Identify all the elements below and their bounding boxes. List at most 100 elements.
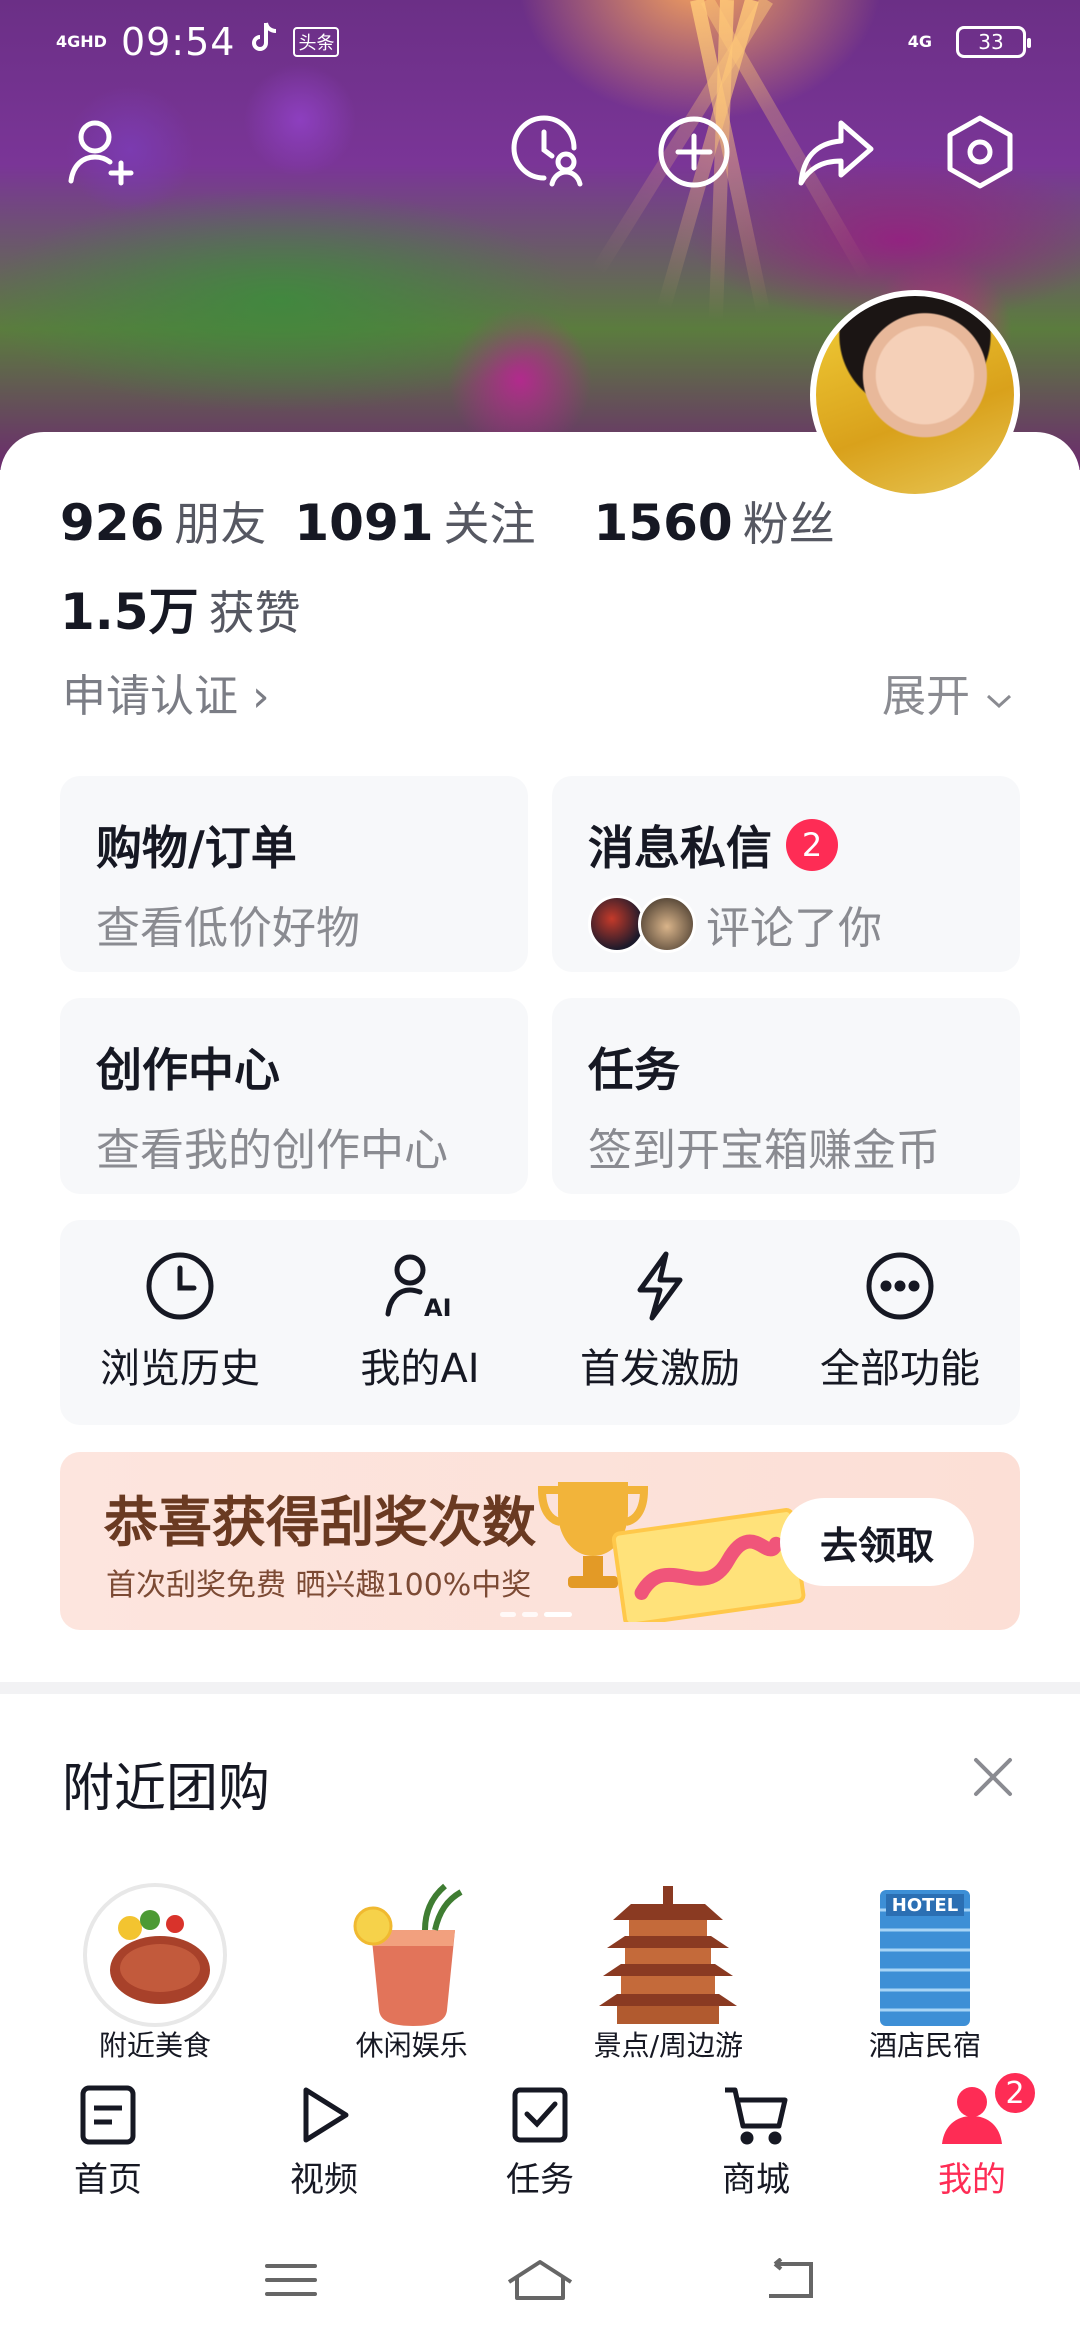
carousel-dot-active — [544, 1612, 572, 1617]
quick-action-my-ai[interactable]: AI 我的AI — [300, 1220, 540, 1425]
promo-subtitle: 首次刮奖免费 晒兴趣100%中奖 — [106, 1568, 532, 1603]
messages-tile[interactable]: 消息私信 2 评论了你 — [552, 776, 1020, 972]
app-badge: 头条 — [293, 27, 340, 57]
quick-action-history[interactable]: 浏览历史 — [60, 1220, 300, 1425]
nearby-item-food[interactable]: 附近美食 — [50, 1880, 260, 2080]
tile-subtitle: 查看我的创作中心 — [96, 1125, 448, 1176]
share-icon[interactable] — [796, 112, 876, 192]
followers-stat[interactable]: 1560 粉丝 — [594, 488, 835, 554]
signal-indicator: 4G — [907, 32, 932, 51]
bottom-tab-bar: 首页 视频 任务 商城 2 我的 — [0, 2070, 1080, 2220]
tab-video[interactable]: 视频 — [216, 2076, 432, 2220]
quick-actions: 浏览历史 AI 我的AI 首发激励 全部功能 — [60, 1220, 1020, 1425]
tab-badge: 2 — [992, 2070, 1038, 2116]
section-divider — [0, 1682, 1080, 1694]
likes-stat[interactable]: 1.5万 获赞 — [60, 572, 301, 644]
ai-user-icon: AI — [385, 1254, 452, 1322]
battery-level: 33 — [978, 30, 1004, 54]
tile-subtitle: 签到开宝箱赚金币 — [588, 1125, 940, 1176]
carousel-dot — [522, 1612, 538, 1617]
tile-subtitle: 查看低价好物 — [96, 903, 360, 954]
commenter-avatar — [638, 895, 696, 953]
chevron-down-icon — [986, 694, 1012, 709]
tile-title: 任务 — [588, 1043, 680, 1097]
nearby-item-attractions[interactable]: 景点/周边游 — [563, 1880, 773, 2080]
clock: 09:54 — [120, 20, 236, 64]
profile-stats: 926 朋友 1091 关注 1560 粉丝 — [60, 488, 835, 554]
tab-label: 商城 — [722, 2160, 790, 2200]
tiktok-icon — [249, 21, 279, 64]
more-dots-icon — [866, 1252, 934, 1320]
tile-title: 消息私信 — [588, 821, 772, 875]
tile-subtitle: 评论了你 — [706, 903, 882, 954]
battery-icon: 33 — [956, 26, 1031, 58]
friends-label: 朋友 — [174, 497, 267, 551]
followers-label: 粉丝 — [742, 497, 835, 551]
shopping-orders-tile[interactable]: 购物/订单 查看低价好物 — [60, 776, 528, 972]
clock-icon — [146, 1252, 214, 1320]
lightning-icon — [637, 1251, 683, 1321]
tab-home[interactable]: 首页 — [0, 2076, 216, 2220]
hotel-building-icon: HOTEL — [879, 1890, 970, 2026]
quick-action-label: 我的AI — [360, 1346, 480, 1392]
creator-center-tile[interactable]: 创作中心 查看我的创作中心 — [60, 998, 528, 1194]
followers-count: 1560 — [593, 494, 733, 552]
friends-count: 926 — [60, 494, 165, 552]
settings-gear-icon[interactable] — [940, 112, 1020, 192]
task-check-icon — [512, 2087, 568, 2143]
quick-action-label: 首发激励 — [580, 1346, 740, 1392]
menu-icon[interactable] — [263, 2260, 319, 2300]
system-navigation-bar — [0, 2220, 1080, 2340]
home-doc-icon — [80, 2085, 136, 2145]
avatar[interactable] — [810, 290, 1020, 500]
apply-verification-link[interactable]: 申请认证 › — [62, 660, 270, 724]
quick-action-label: 全部功能 — [820, 1346, 980, 1392]
pagoda-icon — [599, 1886, 738, 2024]
tab-label: 我的 — [938, 2160, 1006, 2200]
nearby-categories: 附近美食 休闲娱乐 景点/周边游 HOTEL 酒店民宿 — [50, 1880, 1030, 2080]
tile-title: 购物/订单 — [96, 821, 297, 875]
add-circle-icon[interactable] — [654, 112, 734, 192]
scratch-prize-banner[interactable]: 恭喜获得刮奖次数 首次刮奖免费 晒兴趣100%中奖 去领取 — [60, 1452, 1020, 1630]
cart-icon — [725, 2087, 788, 2145]
carousel-indicator — [500, 1612, 572, 1617]
expand-button[interactable]: 展开 — [882, 660, 1014, 724]
likes-label: 获赞 — [208, 586, 301, 640]
quick-action-launch-reward[interactable]: 首发激励 — [540, 1220, 780, 1425]
svg-text:HOTEL: HOTEL — [892, 1895, 958, 1916]
status-bar: 4GHD 09:54 头条 4G 33 — [56, 18, 1031, 66]
visitor-history-icon[interactable] — [508, 112, 588, 192]
nearby-item-leisure[interactable]: 休闲娱乐 — [307, 1880, 517, 2080]
play-icon — [303, 2087, 349, 2143]
tab-tasks[interactable]: 任务 — [432, 2076, 648, 2220]
tab-me[interactable]: 2 我的 — [864, 2070, 1080, 2220]
svg-text:AI: AI — [424, 1294, 452, 1322]
friends-stat[interactable]: 926 朋友 — [60, 488, 266, 554]
nearby-section-title: 附近团购 — [62, 1759, 271, 1819]
claim-button[interactable]: 去领取 — [780, 1498, 974, 1586]
quick-action-all-features[interactable]: 全部功能 — [780, 1220, 1020, 1425]
network-indicator: 4GHD — [56, 32, 107, 51]
likes-count: 1.5万 — [60, 583, 199, 641]
cocktail-icon — [353, 1883, 463, 2026]
tab-mall[interactable]: 商城 — [648, 2076, 864, 2220]
tab-label: 任务 — [506, 2160, 574, 2200]
carousel-dot — [500, 1612, 516, 1617]
unread-badge: 2 — [786, 819, 838, 871]
following-count: 1091 — [294, 494, 434, 552]
nearby-item-hotel[interactable]: HOTEL 酒店民宿 — [820, 1880, 1030, 2080]
promo-title: 恭喜获得刮奖次数 — [104, 1491, 536, 1554]
close-icon[interactable] — [968, 1752, 1018, 1802]
tile-title: 创作中心 — [96, 1043, 280, 1097]
tab-label: 视频 — [290, 2160, 358, 2200]
back-icon[interactable] — [761, 2258, 817, 2302]
tab-label: 首页 — [74, 2160, 142, 2200]
home-icon[interactable] — [505, 2258, 575, 2302]
following-stat[interactable]: 1091 关注 — [294, 488, 535, 554]
following-label: 关注 — [443, 497, 536, 551]
add-friend-icon[interactable] — [62, 112, 142, 192]
tasks-tile[interactable]: 任务 签到开宝箱赚金币 — [552, 998, 1020, 1194]
expand-label: 展开 — [882, 671, 970, 722]
quick-action-label: 浏览历史 — [100, 1346, 260, 1392]
steak-plate-icon — [83, 1883, 227, 2027]
